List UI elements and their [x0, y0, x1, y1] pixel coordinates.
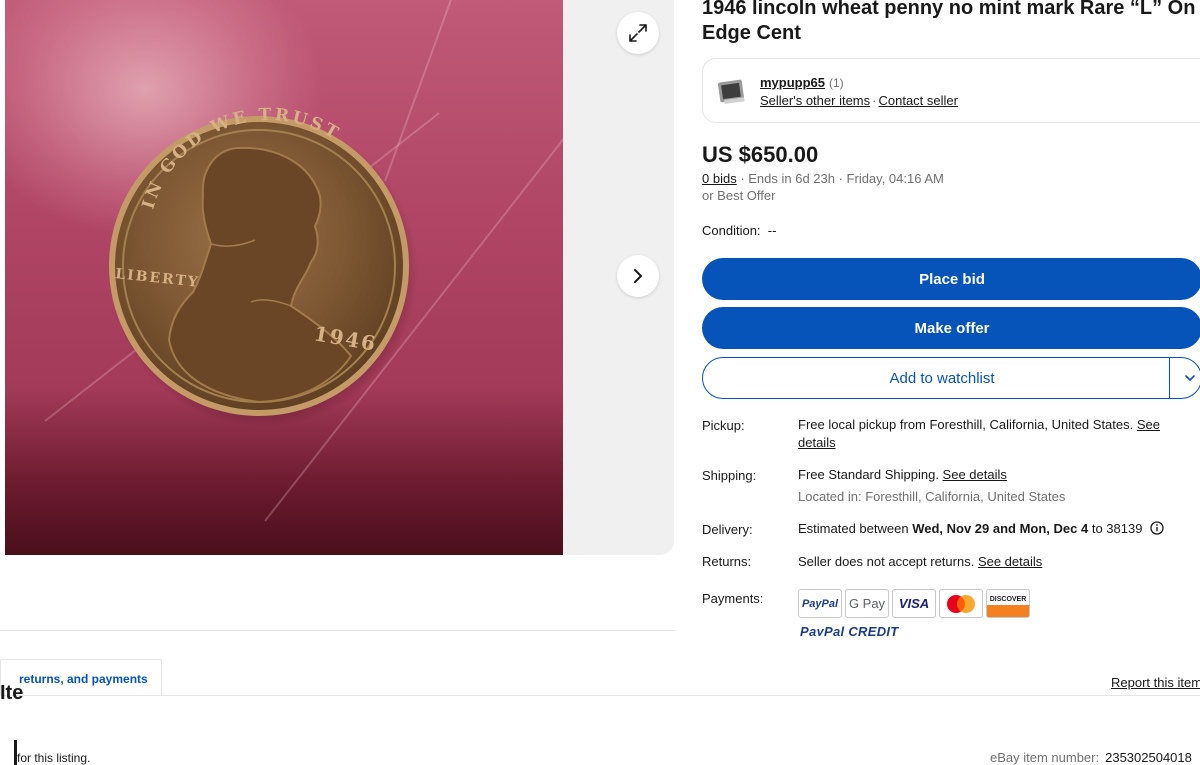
tab-underline — [0, 695, 1200, 696]
seller-feedback-count[interactable]: (1) — [829, 76, 844, 90]
condition-row: Condition: -- — [702, 223, 776, 238]
visa-text: VISA — [898, 596, 930, 611]
watchlist-label: Add to watchlist — [889, 369, 995, 387]
condition-value: -- — [767, 223, 777, 238]
shipping-see-details-link[interactable]: See details — [943, 467, 1007, 482]
seller-card: mypupp65 (1) Seller's other items · Contac… — [702, 58, 1200, 123]
image-gallery: IN GOD WE TRUST LIBERTY 1946 — [5, 0, 674, 555]
seller-other-items-link[interactable]: Seller's other items — [760, 93, 870, 108]
item-number: eBay item number: 235302504018 — [990, 750, 1192, 765]
link-separator: · — [872, 93, 877, 108]
returns-text: Seller does not accept returns. — [798, 554, 978, 569]
chevron-right-icon — [634, 269, 642, 283]
shipping-text: Free Standard Shipping. — [798, 467, 943, 482]
shipping-label: Shipping: — [702, 468, 757, 483]
add-to-watchlist-button[interactable]: Add to watchlist — [702, 357, 1200, 399]
returns-value: Seller does not accept returns. See deta… — [798, 553, 1178, 571]
shipping-value: Free Standard Shipping. See details — [798, 466, 1178, 484]
google-pay-logo: G Pay — [845, 589, 889, 618]
info-icon[interactable] — [1150, 521, 1164, 535]
bid-status: 0 bids · Ends in 6d 23h · Friday, 04:16 … — [702, 171, 944, 186]
delivery-zip: to 38139 — [1088, 521, 1143, 536]
paypal-credit-logo: PayPal CREDIT — [800, 624, 899, 636]
section-divider — [0, 630, 675, 631]
tab-label: returns, and payments — [19, 672, 148, 686]
condition-label: Condition: — [702, 223, 761, 238]
contact-seller-link[interactable]: Contact seller — [878, 93, 957, 108]
bid-count-link[interactable]: 0 bids — [702, 171, 737, 186]
pickup-label: Pickup: — [702, 418, 745, 433]
section-heading: Ite — [0, 682, 24, 704]
auction-end-time: · Ends in 6d 23h · Friday, 04:16 AM — [736, 171, 944, 186]
returns-see-details-link[interactable]: See details — [978, 554, 1042, 569]
seller-avatar[interactable] — [715, 75, 749, 109]
listing-note: for this listing. — [17, 751, 91, 765]
next-image-button[interactable] — [617, 255, 659, 297]
expand-image-button[interactable] — [617, 12, 659, 54]
pickup-value: Free local pickup from Foresthill, Calif… — [798, 416, 1178, 452]
tab-shipping-returns-payments[interactable]: returns, and payments — [0, 659, 162, 696]
listing-title: 1946 lincoln wheat penny no mint mark Ra… — [702, 0, 1196, 44]
price: US $650.00 — [702, 142, 819, 167]
returns-label: Returns: — [702, 554, 752, 569]
make-offer-button[interactable]: Make offer — [702, 307, 1200, 349]
expand-diagonal-icon — [629, 24, 647, 42]
delivery-prefix: Estimated between — [798, 521, 913, 536]
watchlist-options-button[interactable] — [1169, 357, 1200, 399]
discover-text: DISCOVER — [989, 596, 1027, 603]
item-number-label: eBay item number: — [990, 750, 1100, 765]
discover-logo: DISCOVER — [986, 589, 1030, 618]
delivery-dates: Wed, Nov 29 and Mon, Dec 4 — [912, 521, 1089, 536]
paypal-logo: PayPal — [798, 589, 842, 618]
paypal-text: PayPal — [801, 597, 839, 610]
shipping-location: Located in: Foresthill, California, Unit… — [798, 489, 1066, 504]
payments-label: Payments: — [702, 591, 764, 606]
mastercard-icon — [947, 594, 975, 613]
coin-image: IN GOD WE TRUST LIBERTY 1946 — [108, 105, 418, 427]
chevron-down-icon — [1184, 375, 1195, 382]
report-item-link[interactable]: Report this item — [1111, 675, 1200, 690]
main-product-photo[interactable]: IN GOD WE TRUST LIBERTY 1946 — [5, 0, 563, 555]
delivery-value: Estimated between Wed, Nov 29 and Mon, D… — [798, 520, 1198, 538]
item-number-value: 235302504018 — [1105, 750, 1192, 765]
payment-methods: PayPal G Pay VISA DISCOVER — [798, 589, 1030, 618]
place-bid-button[interactable]: Place bid — [702, 258, 1200, 300]
seller-name-link[interactable]: mypupp65 — [760, 75, 825, 90]
visa-logo: VISA — [892, 589, 936, 618]
mastercard-logo — [939, 589, 983, 618]
delivery-label: Delivery: — [702, 522, 753, 537]
pickup-text: Free local pickup from Foresthill, Calif… — [798, 417, 1137, 432]
best-offer-note: or Best Offer — [702, 188, 776, 203]
gpay-text: G Pay — [848, 596, 886, 611]
